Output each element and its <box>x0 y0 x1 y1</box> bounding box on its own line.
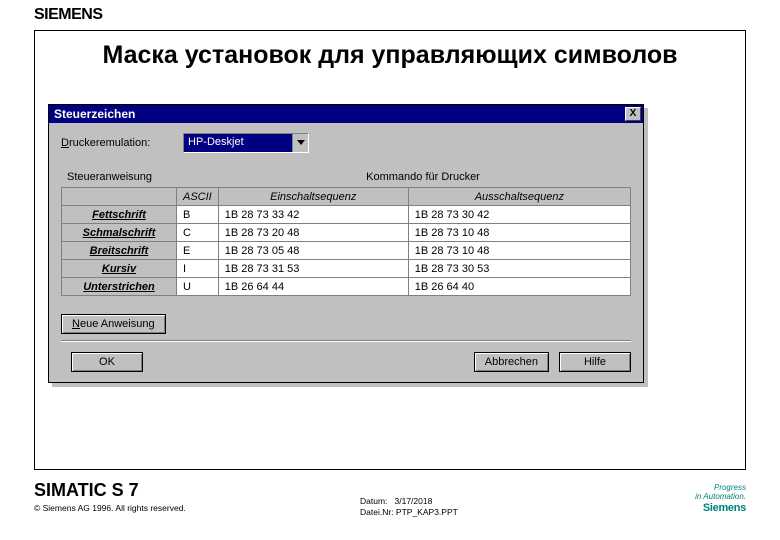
footer-meta: Datum: 3/17/2018 Datei.Nr: PTP_KAP3.PPT <box>360 496 458 517</box>
row-name: Schmalschrift <box>62 224 177 242</box>
cell-on-seq[interactable]: 1B 28 73 05 48 <box>218 242 408 260</box>
printer-emulation-combo[interactable]: HP-Deskjet <box>183 133 309 153</box>
table-row: FettschriftB1B 28 73 33 421B 28 73 30 42 <box>62 206 631 224</box>
printer-emulation-row: Druckeremulation: HP-Deskjet <box>61 133 631 153</box>
row-name: Breitschrift <box>62 242 177 260</box>
brand-logo-top: SIEMENS <box>34 6 103 24</box>
table-row: KursivI1B 28 73 31 531B 28 73 30 53 <box>62 260 631 278</box>
cell-ascii[interactable]: I <box>177 260 219 278</box>
cell-on-seq[interactable]: 1B 28 73 20 48 <box>218 224 408 242</box>
cell-off-seq[interactable]: 1B 28 73 10 48 <box>408 224 630 242</box>
cell-ascii[interactable]: B <box>177 206 219 224</box>
cell-ascii[interactable]: E <box>177 242 219 260</box>
help-button[interactable]: Hilfe <box>559 352 631 372</box>
cell-off-seq[interactable]: 1B 26 64 40 <box>408 278 630 296</box>
cell-on-seq[interactable]: 1B 28 73 33 42 <box>218 206 408 224</box>
separator <box>61 340 631 342</box>
row-name: Kursiv <box>62 260 177 278</box>
cell-ascii[interactable]: C <box>177 224 219 242</box>
cell-ascii[interactable]: U <box>177 278 219 296</box>
dialog-steuerzeichen: Steuerzeichen X Druckeremulation: HP-Des… <box>48 104 644 383</box>
new-instruction-button[interactable]: Neue Anweisung <box>61 314 166 334</box>
col-ausschalt: Ausschaltsequenz <box>408 188 630 206</box>
table-row: UnterstrichenU1B 26 64 441B 26 64 40 <box>62 278 631 296</box>
cell-off-seq[interactable]: 1B 28 73 30 42 <box>408 206 630 224</box>
row-name: Fettschrift <box>62 206 177 224</box>
row-name: Unterstrichen <box>62 278 177 296</box>
header-steueranweisung: Steueranweisung <box>61 167 215 187</box>
ok-button[interactable]: OK <box>71 352 143 372</box>
table-row: SchmalschriftC1B 28 73 20 481B 28 73 10 … <box>62 224 631 242</box>
cell-off-seq[interactable]: 1B 28 73 10 48 <box>408 242 630 260</box>
col-einschalt: Einschaltsequenz <box>218 188 408 206</box>
cell-off-seq[interactable]: 1B 28 73 30 53 <box>408 260 630 278</box>
cell-on-seq[interactable]: 1B 28 73 31 53 <box>218 260 408 278</box>
printer-emulation-value: HP-Deskjet <box>184 134 292 152</box>
cancel-button[interactable]: Abbrechen <box>474 352 549 372</box>
cell-on-seq[interactable]: 1B 26 64 44 <box>218 278 408 296</box>
table-row: BreitschriftE1B 28 73 05 481B 28 73 10 4… <box>62 242 631 260</box>
header-kommando: Kommando für Drucker <box>215 167 631 187</box>
printer-emulation-label: Druckeremulation: <box>61 137 183 149</box>
control-codes-table: ASCII Einschaltsequenz Ausschaltsequenz … <box>61 187 631 296</box>
col-ascii: ASCII <box>177 188 219 206</box>
dropdown-arrow-icon[interactable] <box>292 134 308 152</box>
close-button[interactable]: X <box>625 107 641 121</box>
footer-right: Progress in Automation. Siemens <box>695 484 746 514</box>
slide-title: Маска установок для управляющих символов <box>35 41 745 70</box>
dialog-titlebar: Steuerzeichen X <box>49 105 643 123</box>
dialog-title: Steuerzeichen <box>54 107 625 121</box>
